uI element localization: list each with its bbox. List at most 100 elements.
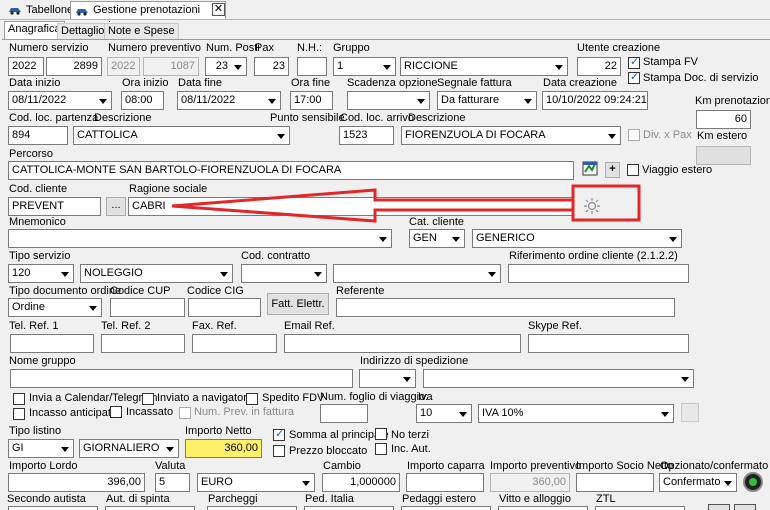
label-riferimento-ordine: Riferimento ordine cliente (2.1.2.2) [509, 250, 678, 262]
label-cat-cliente: Cat. cliente [409, 216, 465, 228]
vitto-alloggio-field[interactable] [498, 506, 588, 510]
annotation-arrow [171, 188, 575, 223]
tipo-documento-ordine-select[interactable]: Ordine [8, 298, 102, 317]
no-terzi-checkbox[interactable] [375, 428, 387, 440]
num-prev-fattura-checkbox [179, 407, 191, 419]
tipo-servizio-code-select[interactable]: 120 [8, 264, 74, 283]
importo-preventivo-field: 360,00 [490, 473, 570, 492]
label-importo-lordo: Importo Lordo [9, 460, 78, 472]
incasso-anticipato-checkbox[interactable] [13, 408, 25, 420]
label-importo-caparra: Importo caparra [407, 460, 485, 472]
label-importo-socio-netto: Importo Socio Netto [576, 460, 674, 472]
label-fax-ref: Fax. Ref. [192, 320, 237, 332]
indirizzo-spedizione-select[interactable] [423, 369, 694, 388]
label-iva: Iva [418, 391, 433, 403]
tipo-listino-code-select[interactable]: GI [8, 439, 74, 458]
label-incassato: Incassato [126, 406, 174, 418]
ztl-field[interactable] [595, 506, 685, 510]
label-prezzo-bloccato: Prezzo bloccato [289, 445, 368, 457]
skype-ref-field[interactable] [528, 334, 689, 353]
iva-extra-button [681, 403, 699, 422]
cat-cliente-code-select[interactable]: GEN [409, 229, 465, 248]
label-tel-ref2: Tel. Ref. 2 [101, 320, 151, 332]
valuta-code-field[interactable]: 5 [155, 473, 190, 492]
tel-ref2-field[interactable] [101, 334, 185, 353]
status-indicator-icon[interactable] [743, 472, 763, 492]
label-opzionato-confermato: Opzionato/confermato [660, 460, 769, 472]
pedaggi-estero-field[interactable] [401, 506, 491, 510]
aut-spinta-field[interactable] [105, 506, 195, 510]
save-button[interactable] [734, 504, 756, 510]
codice-cig-field[interactable] [188, 298, 261, 317]
label-codice-cup: Codice CUP [110, 285, 171, 297]
label-codice-cig: Codice CIG [187, 285, 244, 297]
nome-gruppo-field[interactable] [10, 369, 353, 388]
label-tipo-documento-ordine: Tipo documento ordine [9, 285, 122, 297]
label-aut-spinta: Aut. di spinta [106, 493, 170, 505]
label-ztl: ZTL [596, 493, 616, 505]
label-cambio: Cambio [323, 460, 361, 472]
codice-cup-field[interactable] [110, 298, 185, 317]
inc-aut-checkbox[interactable] [375, 443, 387, 455]
fax-ref-field[interactable] [192, 334, 277, 353]
fatt-elettr-button[interactable]: Fatt. Elettr. [267, 293, 329, 315]
label-indirizzo-spedizione: Indirizzo di spedizione [360, 355, 469, 367]
cambio-field[interactable]: 1,000000 [322, 473, 400, 492]
incassato-checkbox[interactable] [110, 406, 122, 418]
importo-lordo-field[interactable]: 396,00 [8, 473, 145, 492]
tel-ref1-field[interactable] [10, 334, 94, 353]
parcheggi-field[interactable] [207, 506, 297, 510]
tipo-listino-select[interactable]: GIORNALIERO [79, 439, 179, 458]
label-incasso-anticipato: Incasso anticipato [29, 407, 118, 419]
label-valuta: Valuta [155, 460, 186, 472]
label-inviato-navigatore: Inviato a navigatore [157, 392, 254, 404]
ped-italia-field[interactable] [304, 506, 394, 510]
label-tel-ref1: Tel. Ref. 1 [9, 320, 59, 332]
label-pedaggi-estero: Pedaggi estero [402, 493, 476, 505]
valuta-select[interactable]: EURO [197, 473, 315, 492]
mnemonico-select[interactable] [8, 229, 392, 248]
secondo-autista-field[interactable] [8, 506, 98, 510]
tipo-servizio-select[interactable]: NOLEGGIO [80, 264, 233, 283]
label-email-ref: Email Ref. [284, 320, 335, 332]
label-referente: Referente [336, 285, 385, 297]
label-importo-netto: Importo Netto [185, 425, 252, 437]
label-parcheggi: Parcheggi [208, 493, 258, 505]
label-spedito-fdv: Spedito FDV [262, 392, 325, 404]
label-somma-principale: Somma al principale [289, 429, 389, 441]
label-cod-contratto: Cod. contratto [241, 250, 311, 262]
label-tipo-servizio: Tipo servizio [9, 250, 71, 262]
importo-caparra-field[interactable] [406, 473, 484, 492]
cod-contratto-select[interactable] [333, 264, 501, 283]
invia-calendar-checkbox[interactable] [13, 393, 25, 405]
label-num-prev-fattura: Num. Prev. in fattura [194, 406, 295, 418]
label-nome-gruppo: Nome gruppo [9, 355, 76, 367]
label-mnemonico: Mnemonico [9, 216, 66, 228]
label-skype-ref: Skype Ref. [528, 320, 582, 332]
riferimento-ordine-field[interactable] [508, 264, 689, 283]
indirizzo-code-select[interactable] [359, 369, 416, 388]
iva-code-select[interactable]: 10 [416, 404, 472, 423]
importo-socio-netto-field[interactable] [576, 473, 654, 492]
label-inc-aut: Inc. Aut. [391, 443, 431, 455]
label-tipo-listino: Tipo listino [9, 425, 62, 437]
iva-select[interactable]: IVA 10% [478, 404, 674, 423]
label-secondo-autista: Secondo autista [7, 493, 86, 505]
label-importo-preventivo: Importo preventivo [490, 460, 582, 472]
num-foglio-viaggio-field[interactable] [320, 404, 368, 423]
cod-contratto-code-select[interactable] [241, 264, 327, 283]
referente-field[interactable] [336, 298, 675, 317]
prezzo-bloccato-checkbox[interactable] [273, 445, 285, 457]
somma-principale-checkbox[interactable] [273, 427, 285, 441]
print-button[interactable] [708, 504, 730, 510]
email-ref-field[interactable] [284, 334, 521, 353]
inviato-navigatore-checkbox[interactable] [142, 393, 154, 405]
importo-netto-field[interactable]: 360,00 [185, 439, 262, 458]
annotation-highlight-box [571, 184, 641, 222]
spedito-fdv-checkbox[interactable] [246, 393, 258, 405]
label-vitto-alloggio: Vitto e alloggio [499, 493, 571, 505]
label-ped-italia: Ped. Italia [305, 493, 354, 505]
cat-cliente-select[interactable]: GENERICO [472, 229, 682, 248]
label-num-foglio-viaggio: Num. foglio di viaggio: [320, 391, 429, 403]
opzionato-confermato-select[interactable]: Confermato [659, 473, 737, 492]
